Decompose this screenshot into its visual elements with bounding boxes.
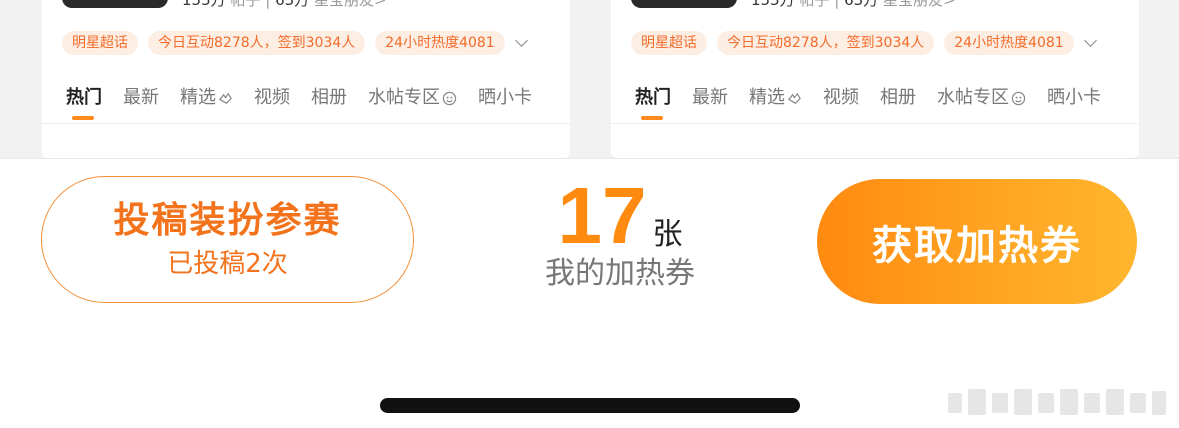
home-indicator[interactable]	[380, 398, 800, 413]
stats-line: 155万 帖子 | 63万 星宝朋友>	[751, 0, 956, 8]
tab-water-zone-label: 水帖专区	[368, 87, 440, 108]
tab-bar: 热门 最新 精选 视频 相册 水帖专区 晒小卡	[66, 86, 532, 120]
watermark-logo	[948, 389, 1166, 415]
tab-water-zone-label: 水帖专区	[937, 87, 1009, 108]
topic-chips: 明星超话 今日互动8278人，签到3034人 24小时热度4081	[62, 31, 528, 55]
tab-album[interactable]: 相册	[311, 86, 347, 110]
supertopic-card-right: 155万 帖子 | 63万 星宝朋友> 明星超话 今日互动8278人，签到303…	[611, 0, 1139, 158]
tab-show-cards[interactable]: 晒小卡	[478, 86, 532, 110]
smiley-icon	[1011, 91, 1026, 105]
fans-link[interactable]: 星宝朋友>	[883, 0, 956, 9]
submit-contest-button[interactable]: 投稿装扮参赛 已投稿2次	[41, 176, 414, 303]
fans-count: 63万	[275, 0, 310, 9]
contest-submission-count: 已投稿2次	[167, 248, 288, 279]
avatar	[62, 0, 168, 8]
stats-separator: |	[265, 0, 271, 9]
get-coupon-button[interactable]: 获取加热券	[817, 179, 1137, 304]
sparkle-hand-icon	[787, 92, 801, 104]
preview-area: 155万 帖子 | 63万 星宝朋友> 明星超话 今日互动8278人，签到303…	[0, 0, 1179, 158]
coupon-label: 我的加热券	[545, 256, 695, 291]
coupon-info: 17 张 我的加热券	[520, 173, 720, 293]
tab-water-zone[interactable]: 水帖专区	[368, 86, 457, 110]
stats-separator: |	[834, 0, 840, 9]
smiley-icon	[442, 91, 457, 105]
contest-title: 投稿装扮参赛	[113, 199, 342, 241]
tab-water-zone[interactable]: 水帖专区	[937, 86, 1026, 110]
coupon-unit: 张	[652, 217, 683, 252]
supertopic-card-left: 155万 帖子 | 63万 星宝朋友> 明星超话 今日互动8278人，签到303…	[42, 0, 570, 158]
coupon-count: 17	[557, 171, 647, 260]
tab-featured[interactable]: 精选	[180, 86, 233, 110]
stats-line: 155万 帖子 | 63万 星宝朋友>	[182, 0, 387, 8]
chip-heat[interactable]: 24小时热度4081	[375, 31, 505, 55]
tab-hot[interactable]: 热门	[635, 86, 671, 120]
chip-star-topic[interactable]: 明星超话	[631, 31, 707, 55]
tab-video[interactable]: 视频	[254, 86, 290, 110]
posts-label: 帖子	[799, 0, 830, 9]
chip-interaction[interactable]: 今日互动8278人，签到3034人	[717, 31, 935, 55]
topic-chips: 明星超话 今日互动8278人，签到3034人 24小时热度4081	[631, 31, 1097, 55]
chip-star-topic[interactable]: 明星超话	[62, 31, 138, 55]
divider	[611, 123, 1139, 124]
tab-hot[interactable]: 热门	[66, 86, 102, 120]
divider	[42, 123, 570, 124]
posts-count: 155万	[182, 0, 226, 9]
tab-show-cards[interactable]: 晒小卡	[1047, 86, 1101, 110]
tab-featured[interactable]: 精选	[749, 86, 802, 110]
chip-heat[interactable]: 24小时热度4081	[944, 31, 1074, 55]
chevron-down-icon[interactable]	[514, 33, 528, 47]
sparkle-hand-icon	[218, 92, 232, 104]
tab-latest[interactable]: 最新	[692, 86, 728, 110]
bottom-action-panel: 投稿装扮参赛 已投稿2次 17 张 我的加热券 获取加热券	[0, 158, 1179, 428]
fans-count: 63万	[844, 0, 879, 9]
chevron-down-icon[interactable]	[1083, 33, 1097, 47]
avatar	[631, 0, 737, 8]
coupon-count-row: 17 张	[520, 173, 720, 259]
tab-album[interactable]: 相册	[880, 86, 916, 110]
tab-latest[interactable]: 最新	[123, 86, 159, 110]
tab-bar: 热门 最新 精选 视频 相册 水帖专区 晒小卡	[635, 86, 1101, 120]
fans-link[interactable]: 星宝朋友>	[314, 0, 387, 9]
tab-featured-label: 精选	[749, 87, 785, 108]
tab-featured-label: 精选	[180, 87, 216, 108]
posts-label: 帖子	[230, 0, 261, 9]
tab-video[interactable]: 视频	[823, 86, 859, 110]
posts-count: 155万	[751, 0, 795, 9]
chip-interaction[interactable]: 今日互动8278人，签到3034人	[148, 31, 366, 55]
